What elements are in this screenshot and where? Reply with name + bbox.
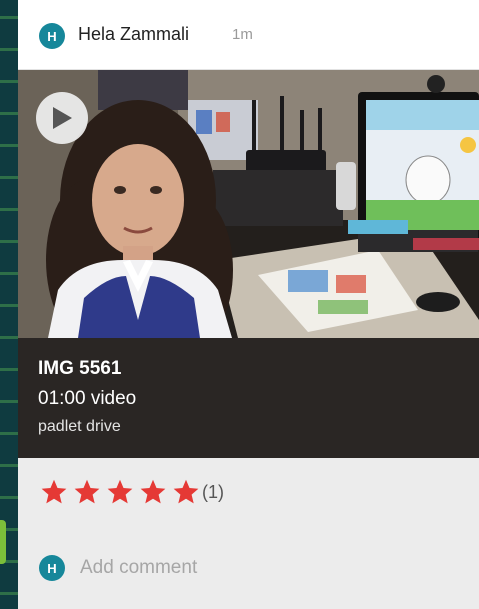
star-icon[interactable] <box>172 478 200 506</box>
video-source: padlet drive <box>38 418 121 435</box>
post-card[interactable]: H Hela Zammali 1m IMG 5561 01:00 video p… <box>18 0 479 609</box>
play-icon <box>53 107 72 129</box>
comment-row: H <box>18 548 479 588</box>
video-thumbnail[interactable] <box>18 70 479 338</box>
video-title: IMG 5561 <box>38 358 122 379</box>
play-button[interactable] <box>36 92 88 144</box>
author-name: Hela Zammali <box>78 24 190 44</box>
rating-count: (1) <box>202 481 224 502</box>
commenter-avatar: H <box>39 555 65 581</box>
board-side-handle[interactable] <box>0 520 6 564</box>
add-comment-input[interactable] <box>80 552 440 584</box>
star-icon[interactable] <box>139 478 167 506</box>
video-duration: 01:00 video <box>38 388 137 409</box>
video-frame-image <box>18 70 479 338</box>
star-rating: (1) <box>40 477 224 507</box>
author-avatar[interactable]: H <box>39 23 65 49</box>
star-icon[interactable] <box>73 478 101 506</box>
video-caption[interactable]: IMG 5561 01:00 video padlet drive <box>18 338 479 458</box>
star-icon[interactable] <box>40 478 68 506</box>
star-icon[interactable] <box>106 478 134 506</box>
post-header: H Hela Zammali 1m <box>18 0 479 70</box>
post-timestamp: 1m <box>232 26 253 43</box>
